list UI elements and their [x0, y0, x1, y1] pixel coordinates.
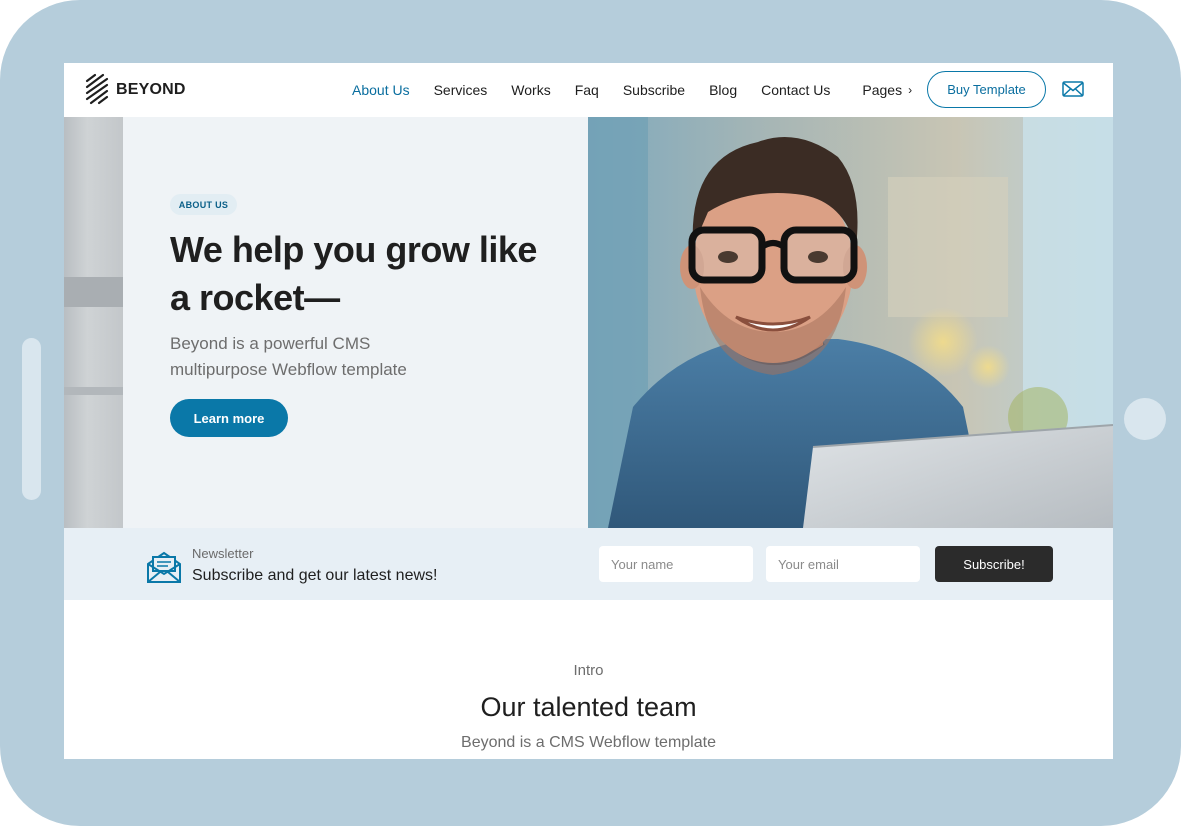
top-navigation: BEYOND About Us Services Works Faq Subsc…: [64, 63, 1113, 117]
buy-template-button[interactable]: Buy Template: [927, 71, 1046, 108]
open-envelope-icon: [147, 551, 181, 583]
name-input[interactable]: Your name: [599, 546, 753, 582]
tablet-home-button: [1124, 398, 1166, 440]
tablet-frame: BEYOND About Us Services Works Faq Subsc…: [0, 0, 1181, 826]
hero-section: ABOUT US We help you grow like a rocket—…: [64, 117, 588, 528]
logo[interactable]: BEYOND: [84, 73, 186, 107]
email-input[interactable]: Your email: [766, 546, 920, 582]
nav-link-services[interactable]: Services: [434, 82, 488, 98]
nav-link-works[interactable]: Works: [511, 82, 550, 98]
nav-link-contact-us[interactable]: Contact Us: [761, 82, 830, 98]
intro-title: Our talented team: [480, 692, 697, 722]
mail-icon[interactable]: [1062, 80, 1084, 98]
hero-photo: [588, 117, 1113, 528]
hero-subtitle-line: Beyond is a powerful CMS: [170, 334, 371, 353]
logo-text: BEYOND: [116, 81, 186, 98]
hero-subtitle-line: multipurpose Webflow template: [170, 360, 407, 379]
nav-link-faq[interactable]: Faq: [575, 82, 599, 98]
tablet-side-button: [22, 338, 41, 500]
strip-band: [64, 277, 123, 307]
nav-pages-dropdown[interactable]: Pages ›: [862, 82, 912, 98]
nav-links: About Us Services Works Faq Subscribe Bl…: [352, 63, 936, 117]
section-badge: ABOUT US: [170, 194, 237, 215]
newsletter-headline: Subscribe and get our latest news!: [192, 567, 438, 584]
smiling-man-photo: [588, 117, 1113, 528]
hero-title-line: a rocket—: [170, 277, 340, 318]
website-screen: BEYOND About Us Services Works Faq Subsc…: [64, 63, 1113, 759]
intro-kicker: Intro: [573, 662, 604, 679]
hero-subtitle: Beyond is a powerful CMS multipurpose We…: [170, 331, 470, 383]
newsletter-kicker: Newsletter: [192, 546, 254, 561]
learn-more-button[interactable]: Learn more: [170, 399, 288, 437]
intro-subtitle: Beyond is a CMS Webflow template: [461, 734, 716, 751]
strip-band: [64, 387, 123, 395]
hero-title: We help you grow like a rocket—: [170, 226, 570, 322]
nav-pages-label: Pages: [862, 82, 903, 98]
subscribe-button[interactable]: Subscribe!: [935, 546, 1053, 582]
nav-link-about-us[interactable]: About Us: [352, 82, 410, 98]
nav-link-blog[interactable]: Blog: [709, 82, 737, 98]
newsletter-bar: Newsletter Subscribe and get our latest …: [64, 528, 1113, 600]
hero-title-line: We help you grow like: [170, 229, 537, 270]
nav-link-subscribe[interactable]: Subscribe: [623, 82, 685, 98]
hero-background-strip: [64, 117, 123, 528]
logo-icon: [85, 73, 109, 105]
chevron-right-icon: ›: [908, 83, 913, 97]
